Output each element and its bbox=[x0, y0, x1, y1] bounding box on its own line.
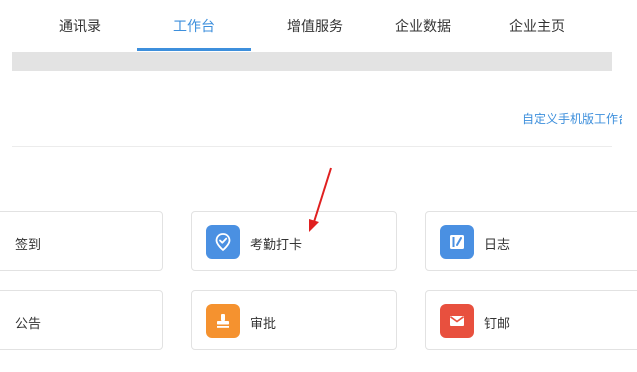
top-nav: 通讯录 工作台 增值服务 企业数据 企业主页 bbox=[0, 0, 637, 52]
app-label: 钉邮 bbox=[484, 317, 511, 332]
app-card-announcement[interactable]: 公告 bbox=[0, 290, 163, 350]
app-card-sign-in[interactable]: 签到 bbox=[0, 211, 163, 271]
app-card-attendance[interactable]: 考勤打卡 bbox=[191, 211, 397, 271]
app-label: 签到 bbox=[15, 238, 42, 253]
app-card-mail[interactable]: 钉邮 bbox=[425, 290, 637, 350]
app-label: 考勤打卡 bbox=[250, 238, 303, 253]
app-card-approval[interactable]: 审批 bbox=[191, 290, 397, 350]
tab-value-added-services[interactable]: 增值服务 bbox=[270, 0, 360, 52]
journal-icon bbox=[440, 225, 474, 259]
divider bbox=[12, 146, 612, 147]
mail-icon bbox=[440, 304, 474, 338]
tab-contacts[interactable]: 通讯录 bbox=[40, 0, 120, 52]
tab-enterprise-data[interactable]: 企业数据 bbox=[378, 0, 468, 52]
tab-enterprise-homepage[interactable]: 企业主页 bbox=[492, 0, 582, 52]
app-label: 公告 bbox=[15, 317, 42, 332]
location-check-icon bbox=[206, 225, 240, 259]
app-label: 审批 bbox=[250, 317, 277, 332]
approval-stamp-icon bbox=[206, 304, 240, 338]
customize-mobile-workbench-link[interactable]: 自定义手机版工作台 bbox=[522, 110, 622, 127]
app-label: 日志 bbox=[484, 238, 511, 253]
section-separator-bar bbox=[12, 52, 612, 71]
workbench-page: 通讯录 工作台 增值服务 企业数据 企业主页 自定义手机版工作台 签到 考勤打卡 bbox=[0, 0, 637, 372]
active-tab-indicator bbox=[137, 48, 251, 51]
tab-workbench[interactable]: 工作台 bbox=[137, 0, 251, 52]
app-card-journal[interactable]: 日志 bbox=[425, 211, 637, 271]
